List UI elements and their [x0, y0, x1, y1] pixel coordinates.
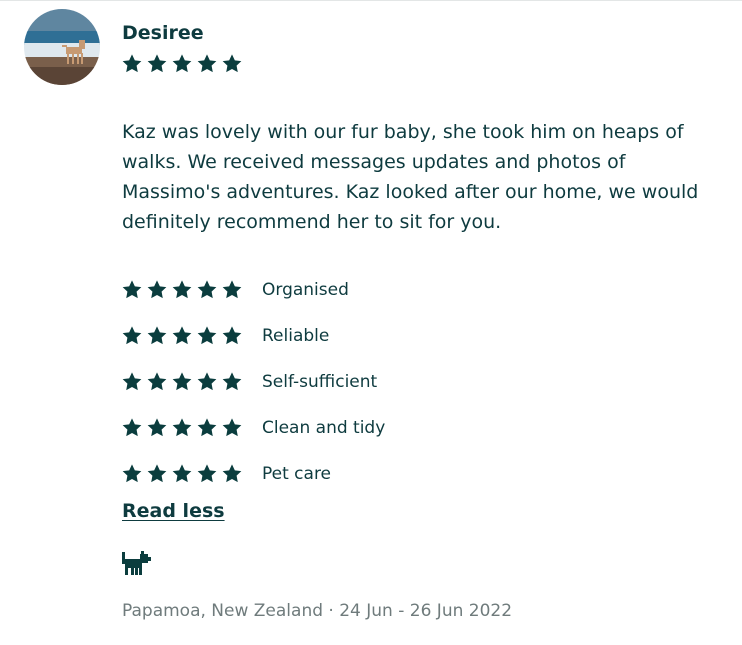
category-row-reliable: Reliable	[121, 313, 385, 359]
dog-icon	[122, 551, 152, 577]
star-icon	[171, 417, 193, 439]
star-icon	[146, 325, 168, 347]
star-icon	[171, 53, 193, 75]
reviewer-name: Desiree	[122, 22, 204, 44]
star-icon	[121, 279, 143, 301]
category-rating-stars	[121, 417, 261, 439]
category-label: Pet care	[262, 464, 332, 484]
star-icon	[146, 417, 168, 439]
category-row-self-sufficient: Self-sufficient	[121, 359, 385, 405]
category-label: Organised	[262, 280, 349, 300]
star-icon	[171, 371, 193, 393]
star-icon	[196, 463, 218, 485]
category-ratings: Organised Reliable Self-sufficient Clean…	[121, 267, 385, 497]
star-icon	[196, 325, 218, 347]
star-icon	[146, 463, 168, 485]
reviewer-avatar	[24, 9, 100, 85]
category-rating-stars	[121, 371, 261, 393]
star-icon	[196, 371, 218, 393]
star-icon	[221, 53, 243, 75]
category-row-organised: Organised	[121, 267, 385, 313]
star-icon	[196, 417, 218, 439]
top-divider	[0, 0, 742, 1]
star-icon	[221, 463, 243, 485]
category-label: Reliable	[262, 326, 330, 346]
star-icon	[121, 463, 143, 485]
star-icon	[146, 53, 168, 75]
star-icon	[171, 325, 193, 347]
category-row-pet-care: Pet care	[121, 451, 385, 497]
star-icon	[196, 279, 218, 301]
read-less-link[interactable]: Read less	[122, 500, 225, 522]
category-rating-stars	[121, 279, 261, 301]
star-icon	[171, 463, 193, 485]
star-icon	[196, 53, 218, 75]
star-icon	[221, 325, 243, 347]
review-location-dates: Papamoa, New Zealand · 24 Jun - 26 Jun 2…	[122, 601, 513, 621]
star-icon	[146, 279, 168, 301]
category-rating-stars	[121, 325, 261, 347]
star-icon	[171, 279, 193, 301]
star-icon	[221, 371, 243, 393]
category-rating-stars	[121, 463, 261, 485]
star-icon	[221, 417, 243, 439]
star-icon	[121, 325, 143, 347]
category-row-clean-and-tidy: Clean and tidy	[121, 405, 385, 451]
star-icon	[121, 53, 143, 75]
star-icon	[121, 417, 143, 439]
review-text: Kaz was lovely with our fur baby, she to…	[122, 121, 699, 233]
overall-rating-stars	[121, 53, 243, 75]
star-icon	[221, 279, 243, 301]
star-icon	[121, 371, 143, 393]
category-label: Self-sufficient	[262, 372, 378, 392]
star-icon	[146, 371, 168, 393]
category-label: Clean and tidy	[262, 418, 386, 438]
